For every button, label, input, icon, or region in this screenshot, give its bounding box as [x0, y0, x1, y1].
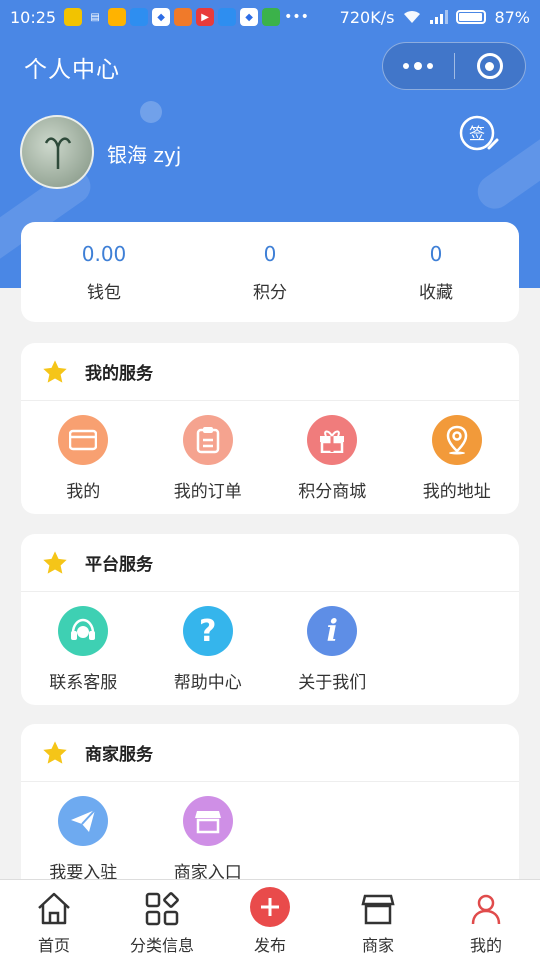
paper-plane-icon	[58, 796, 109, 846]
stat-value: 0	[429, 241, 443, 266]
battery-icon	[456, 10, 487, 24]
avatar[interactable]	[20, 115, 94, 189]
miniprogram-capsule	[382, 42, 526, 90]
service-merchant-entry[interactable]: 商家入口	[146, 796, 271, 883]
notification-icon: ◆	[240, 8, 259, 26]
tab-categories[interactable]: 分类信息	[108, 880, 216, 960]
notification-icon	[108, 8, 127, 26]
sign-in-button[interactable]: 签	[458, 114, 500, 156]
publish-button[interactable]	[250, 887, 290, 927]
svg-text:签: 签	[469, 124, 485, 143]
home-icon	[38, 892, 70, 925]
section-title: 商家服务	[85, 745, 153, 765]
status-time: 10:25	[10, 7, 57, 27]
decor-dot	[140, 101, 162, 123]
stat-label: 收藏	[419, 282, 453, 303]
plus-icon	[261, 898, 279, 916]
clipboard-icon	[182, 415, 233, 465]
stat-label: 钱包	[87, 282, 121, 303]
tab-label: 我的	[469, 936, 502, 955]
section-title: 平台服务	[85, 555, 153, 575]
service-points-mall[interactable]: 积分商城	[270, 415, 395, 502]
star-icon	[43, 550, 67, 574]
service-merchant-apply[interactable]: 我要入驻	[21, 796, 146, 883]
section-platform-services: 平台服务 联系客服 ? 帮助中心 i 关于我们	[21, 534, 519, 705]
notification-icon	[130, 8, 149, 26]
notification-icon	[174, 8, 193, 26]
tab-label: 发布	[253, 936, 286, 955]
service-about-us[interactable]: i 关于我们	[270, 606, 395, 693]
stat-value: 0	[263, 241, 277, 266]
section-header: 我的服务	[21, 343, 519, 401]
tab-merchants[interactable]: 商家	[324, 880, 432, 960]
page-title: 个人中心	[24, 57, 120, 83]
stat-favorites[interactable]: 0 收藏	[353, 222, 519, 322]
signal-icon	[430, 10, 449, 24]
section-header: 平台服务	[21, 534, 519, 592]
question-icon: ?	[182, 606, 233, 656]
stat-wallet[interactable]: 0.00 钱包	[21, 222, 187, 322]
stat-label: 积分	[253, 282, 287, 303]
network-speed: 720K/s	[339, 7, 395, 27]
headset-icon	[58, 606, 109, 656]
service-label: 关于我们	[298, 673, 367, 693]
service-label: 我的	[66, 482, 101, 502]
service-help-center[interactable]: ? 帮助中心	[146, 606, 271, 693]
service-label: 我的订单	[173, 482, 242, 502]
info-icon: i	[307, 606, 358, 656]
username: 银海 zyj	[107, 143, 182, 167]
service-my-address[interactable]: 我的地址	[395, 415, 520, 502]
section-title: 我的服务	[85, 364, 153, 384]
store-icon	[182, 796, 233, 846]
tab-label: 首页	[37, 936, 70, 955]
notification-icon: ◆	[152, 8, 171, 26]
gift-icon	[307, 415, 358, 465]
location-icon	[431, 415, 482, 465]
service-label: 我的地址	[422, 482, 491, 502]
star-icon	[43, 359, 67, 383]
section-header: 商家服务	[21, 724, 519, 782]
grid-icon	[145, 892, 179, 926]
star-icon	[43, 740, 67, 764]
notification-icon	[218, 8, 237, 26]
notification-icon	[64, 8, 83, 26]
status-bar: 10:25 ▤ ◆ ▶ ◆ ••• 720K/s 87%	[0, 0, 540, 34]
more-notifications-icon: •••	[284, 9, 309, 25]
service-label: 积分商城	[298, 482, 367, 502]
notification-icon: ▤	[90, 11, 100, 23]
stat-value: 0.00	[81, 241, 127, 266]
service-label: 联系客服	[49, 673, 118, 693]
notification-icon: ▶	[196, 8, 215, 26]
service-my-orders[interactable]: 我的订单	[146, 415, 271, 502]
section-my-services: 我的服务 我的 我的订单 积分商城 我的地址	[21, 343, 519, 514]
more-menu-button[interactable]	[383, 62, 454, 70]
service-my[interactable]: 我的	[21, 415, 146, 502]
card-icon	[58, 415, 109, 465]
section-merchant-services: 商家服务 我要入驻 商家入口	[21, 724, 519, 895]
service-contact-support[interactable]: 联系客服	[21, 606, 146, 693]
tab-label: 商家	[361, 936, 394, 955]
notification-icons: ▤ ◆ ▶ ◆ •••	[64, 8, 309, 26]
battery-percent: 87%	[494, 7, 530, 27]
tab-label: 分类信息	[129, 936, 194, 955]
tab-home[interactable]: 首页	[0, 880, 108, 960]
user-icon	[471, 894, 501, 925]
wifi-icon	[404, 10, 421, 23]
tab-mine[interactable]: 我的	[432, 880, 540, 960]
target-icon	[476, 53, 503, 79]
stats-card: 0.00 钱包 0 积分 0 收藏	[21, 222, 519, 322]
stat-points[interactable]: 0 积分	[187, 222, 353, 322]
notification-icon	[262, 8, 281, 26]
service-label: 帮助中心	[173, 673, 242, 693]
store-icon	[361, 894, 395, 925]
close-miniprogram-button[interactable]	[455, 53, 526, 79]
